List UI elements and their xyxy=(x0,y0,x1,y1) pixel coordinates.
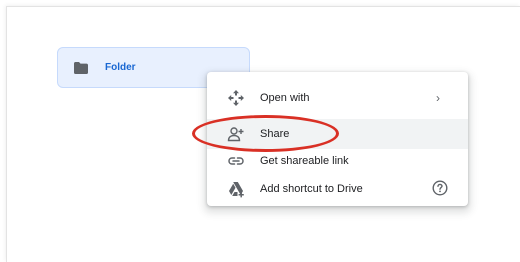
menu-item-open-with[interactable]: Open with › xyxy=(207,83,468,113)
folder-icon xyxy=(73,61,89,75)
open-with-label: Open with xyxy=(260,92,310,104)
open-with-icon xyxy=(227,89,245,107)
share-person-add-icon xyxy=(227,125,245,143)
chevron-right-icon: › xyxy=(436,91,440,105)
get-shareable-link-label: Get shareable link xyxy=(260,155,349,167)
menu-item-get-shareable-link[interactable]: Get shareable link xyxy=(207,148,468,174)
share-label: Share xyxy=(260,128,290,140)
folder-name: Folder xyxy=(105,62,136,73)
menu-item-add-shortcut-to-drive[interactable]: Add shortcut to Drive xyxy=(207,174,468,204)
menu-item-share[interactable]: Share xyxy=(207,119,468,149)
help-icon[interactable] xyxy=(432,179,448,199)
add-shortcut-drive-icon xyxy=(227,180,245,198)
context-menu: Open with › Share Get shareable link Add… xyxy=(207,72,468,206)
link-icon xyxy=(227,152,245,170)
add-shortcut-to-drive-label: Add shortcut to Drive xyxy=(260,183,363,195)
screenshot-stage: Folder Open with › Share Get shareable l… xyxy=(0,0,520,262)
